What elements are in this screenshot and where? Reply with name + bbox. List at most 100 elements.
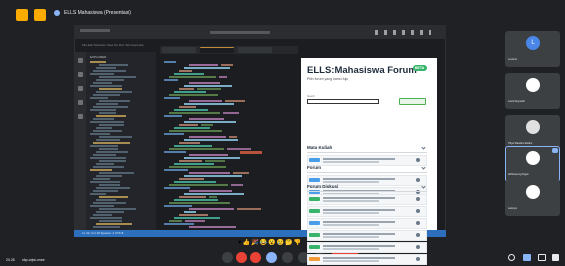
file-tree-item[interactable] [96, 151, 128, 153]
user-icon[interactable] [416, 178, 420, 182]
editor-tab-active[interactable] [200, 47, 234, 53]
file-tree-item[interactable] [90, 193, 106, 195]
post-text [323, 260, 379, 262]
user-icon[interactable] [416, 209, 420, 213]
file-tree-item[interactable] [90, 109, 116, 111]
activities-icon[interactable] [552, 254, 559, 261]
file-tree-item[interactable] [90, 205, 114, 207]
user-icon[interactable] [416, 158, 420, 162]
file-tree-item[interactable] [99, 136, 132, 138]
editor-tab[interactable] [162, 47, 196, 53]
post-text [323, 248, 379, 250]
file-tree-item[interactable] [99, 208, 136, 210]
search-button[interactable] [399, 98, 426, 105]
file-tree-item[interactable] [93, 70, 126, 72]
extensions-icon[interactable] [78, 114, 83, 119]
file-tree-item[interactable] [93, 202, 126, 204]
captions-button[interactable] [222, 252, 233, 263]
file-tree-item[interactable] [96, 187, 130, 189]
code-line [164, 223, 194, 225]
file-tree-item[interactable] [90, 145, 118, 147]
file-tree-item[interactable] [90, 157, 126, 159]
file-tree-item[interactable] [90, 169, 112, 171]
post-text [323, 245, 395, 247]
user-icon[interactable] [416, 233, 420, 237]
file-tree-item[interactable] [96, 115, 126, 117]
file-tree-item[interactable] [96, 127, 112, 129]
code-line [164, 79, 178, 81]
debug-icon[interactable] [78, 100, 83, 105]
file-tree-item[interactable] [96, 163, 114, 165]
code-token [219, 76, 227, 78]
file-tree-item[interactable] [99, 76, 136, 78]
file-tree-item[interactable] [93, 214, 112, 216]
file-tree-item[interactable] [99, 220, 122, 222]
file-tree-item[interactable] [96, 103, 118, 105]
search-input[interactable] [307, 99, 379, 104]
file-tree-item[interactable] [93, 226, 120, 228]
status-text: Ln 42, Col 18 Spaces: 4 UTF-8 [82, 231, 124, 235]
file-tree-item[interactable] [90, 217, 122, 219]
file-tree-item[interactable] [90, 133, 110, 135]
code-token [185, 220, 205, 222]
file-tree-item[interactable] [90, 61, 106, 63]
mic-off-button[interactable] [236, 252, 247, 263]
people-icon[interactable] [523, 254, 531, 261]
file-tree-item[interactable] [96, 223, 132, 225]
user-icon[interactable] [416, 197, 420, 201]
file-tree-item[interactable] [90, 85, 122, 87]
file-tree-item[interactable] [96, 67, 116, 69]
file-tree-item[interactable] [93, 190, 118, 192]
file-tree-item[interactable] [90, 181, 120, 183]
file-tree-item[interactable] [93, 106, 128, 108]
file-tree-item[interactable] [99, 184, 120, 186]
file-tree-item[interactable] [93, 178, 110, 180]
search-icon[interactable] [78, 72, 83, 77]
file-tree-item[interactable] [99, 172, 134, 174]
code-line [184, 85, 232, 87]
user-icon[interactable] [416, 221, 420, 225]
file-tree-item[interactable] [99, 160, 126, 162]
user-icon[interactable] [416, 245, 420, 249]
files-icon[interactable] [78, 58, 83, 63]
code-line [169, 94, 218, 96]
file-tree-item[interactable] [99, 64, 128, 66]
source-control-icon[interactable] [78, 86, 83, 91]
file-tree-item[interactable] [90, 73, 114, 75]
file-tree-item[interactable] [99, 112, 116, 114]
code-line [164, 187, 190, 189]
file-tree-item[interactable] [99, 148, 118, 150]
user-icon[interactable] [416, 257, 420, 261]
raise-hand-button[interactable] [282, 252, 293, 263]
file-tree-item[interactable] [96, 211, 124, 213]
code-line [169, 184, 228, 186]
info-icon[interactable] [508, 254, 515, 261]
grid-icon[interactable] [34, 9, 46, 21]
file-tree-item[interactable] [96, 91, 132, 93]
file-tree-item[interactable] [93, 154, 116, 156]
file-tree-item[interactable] [99, 100, 130, 102]
layout-icon[interactable] [16, 9, 28, 21]
editor-tab[interactable] [238, 47, 272, 53]
file-tree-item[interactable] [99, 196, 128, 198]
file-tree-item[interactable] [96, 175, 122, 177]
file-tree-item[interactable] [99, 124, 124, 126]
file-tree-item[interactable] [96, 199, 116, 201]
present-button[interactable] [266, 252, 277, 263]
chat-icon[interactable] [538, 254, 546, 261]
file-tree-item[interactable] [96, 79, 124, 81]
file-tree-item[interactable] [93, 94, 120, 96]
file-tree-item[interactable] [96, 139, 120, 141]
file-tree-item[interactable] [90, 97, 108, 99]
avatar [526, 185, 540, 199]
post-text [323, 209, 395, 211]
camera-off-button[interactable] [250, 252, 261, 263]
code-line [164, 205, 192, 207]
file-tree-item[interactable] [93, 118, 114, 120]
file-tree-item[interactable] [93, 130, 122, 132]
file-tree-item[interactable] [93, 82, 112, 84]
file-tree-item[interactable] [99, 88, 122, 90]
file-tree-item[interactable] [93, 166, 124, 168]
file-tree-item[interactable] [93, 142, 130, 144]
file-tree-item[interactable] [90, 121, 124, 123]
